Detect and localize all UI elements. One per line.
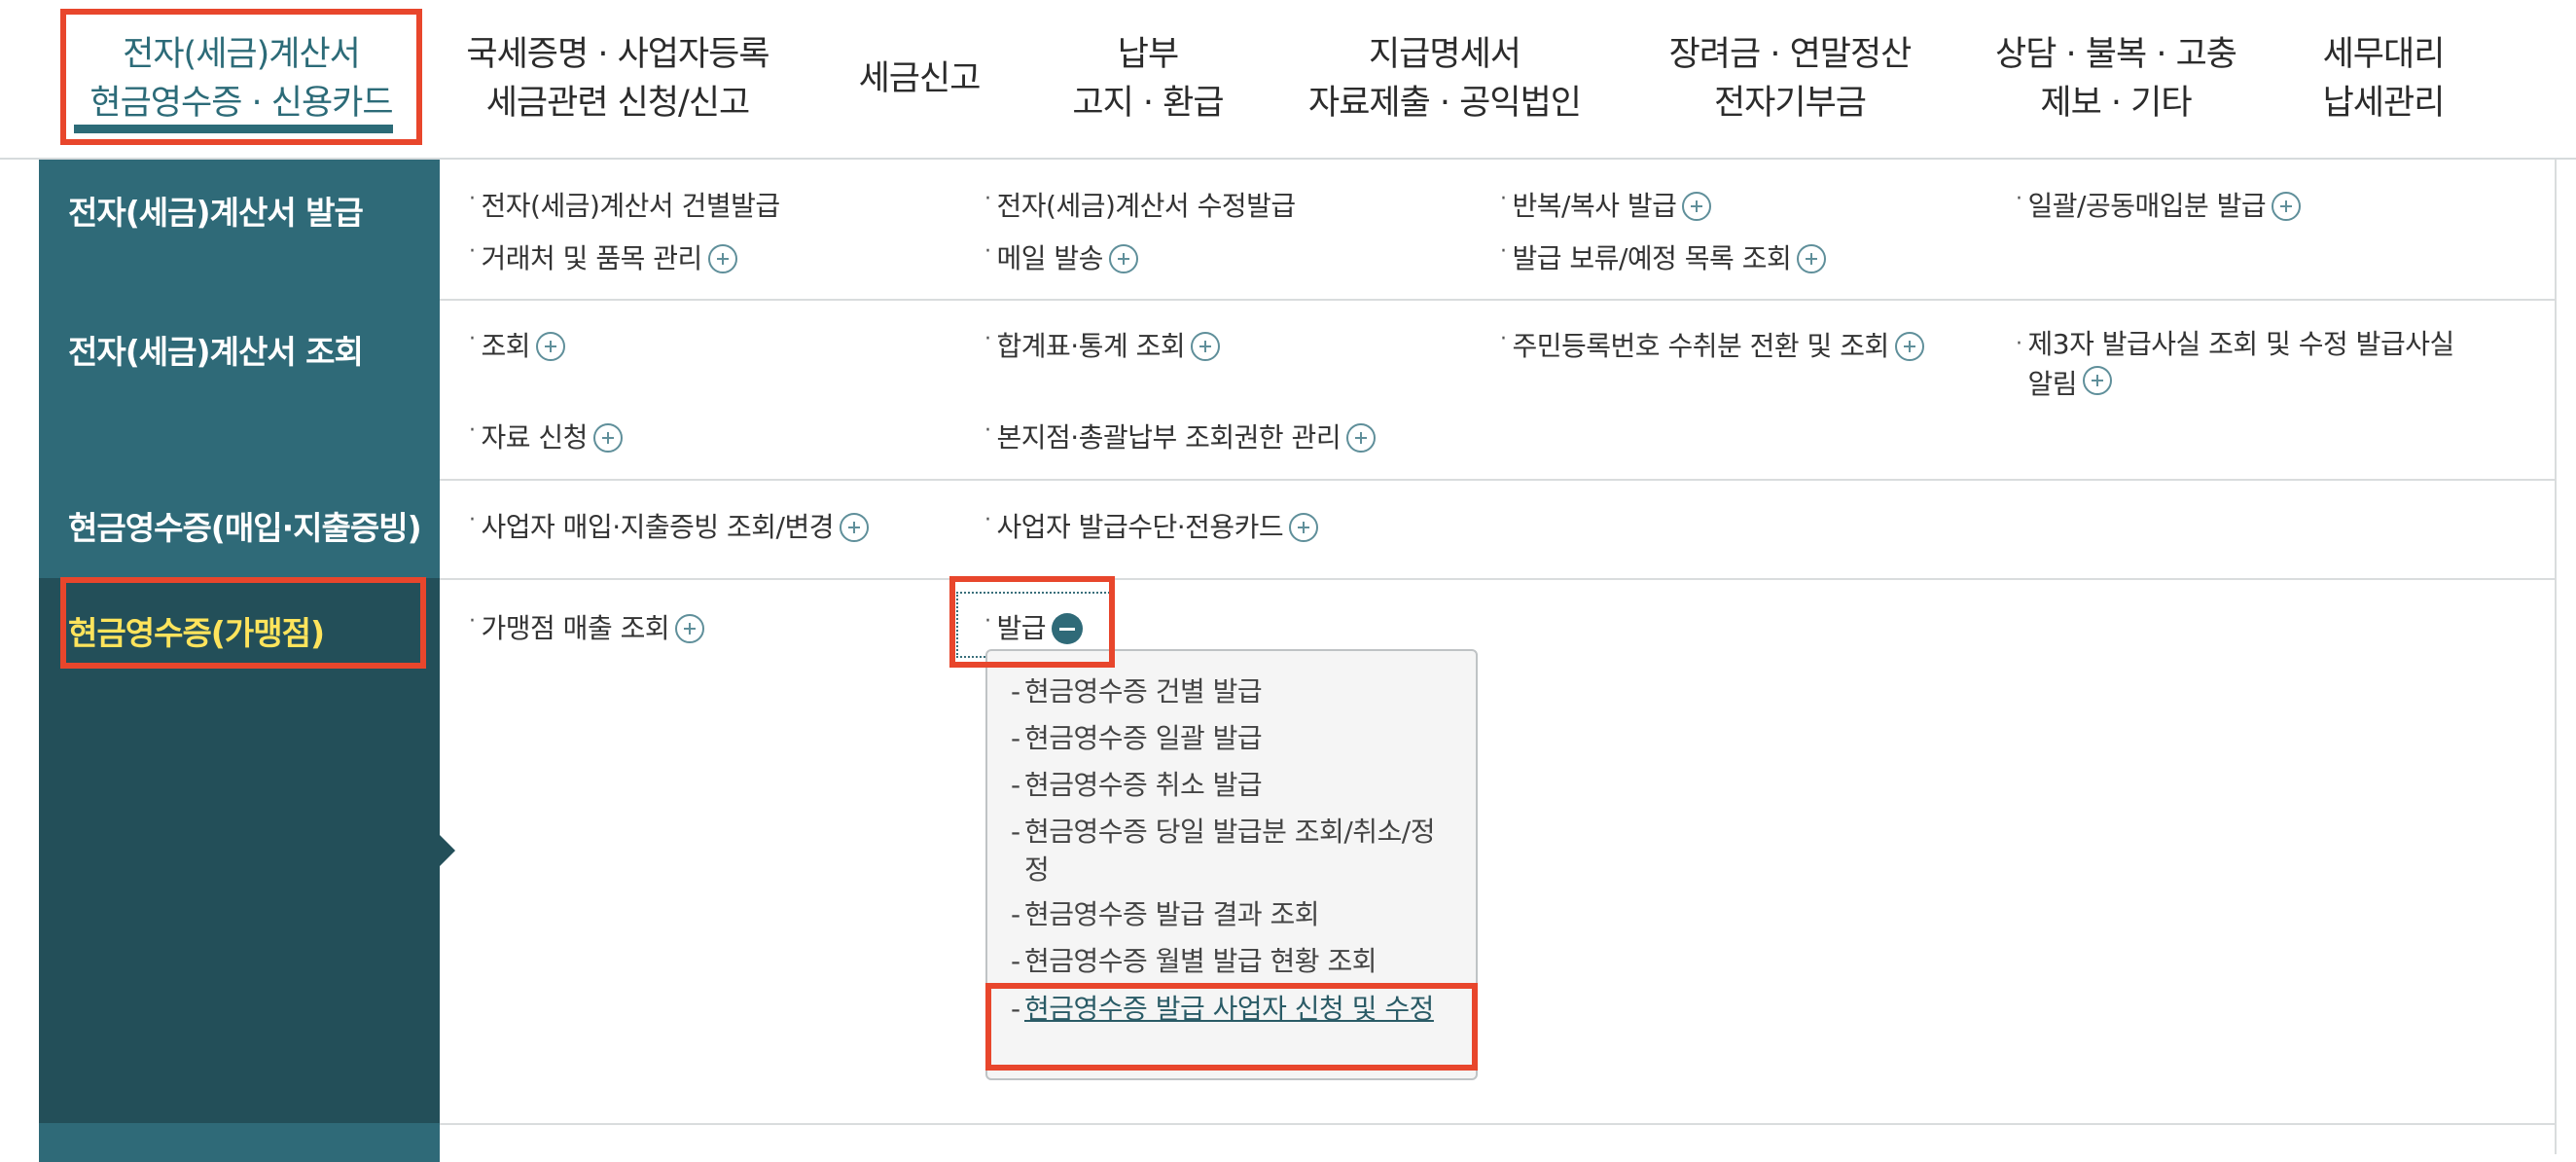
highlight-submenu-item	[985, 983, 1478, 1071]
submenu-item[interactable]: - 현금영수증 월별 발급 현황 조회	[1011, 942, 1458, 980]
nav-tab-line2: 제보 · 기타	[2040, 84, 2192, 123]
nav-highlight-box	[60, 9, 422, 145]
nav-tab-line2: 고지 · 환급	[1072, 84, 1224, 123]
row-heading: 전자(세금)계산서 발급	[39, 160, 440, 299]
nav-tab-line1: 상담 · 불복 · 고충	[1995, 35, 2237, 74]
plus-icon[interactable]	[1108, 244, 1138, 273]
nav-tab-line1: 세금신고	[858, 59, 982, 98]
link-data-request[interactable]: · 자료 신청	[469, 417, 623, 455]
link-send-mail[interactable]: · 메일 발송	[984, 237, 1138, 276]
row-links	[440, 578, 2557, 1125]
nav-tab-line2: 전자기부금	[1713, 84, 1867, 123]
link-merchant-sales[interactable]: · 가맹점 매출 조회	[469, 607, 705, 646]
nav-tab-line2: 납세관리	[2322, 84, 2446, 123]
link-issue-bulk[interactable]: · 일괄/공동매입분 발급	[2016, 185, 2302, 224]
plus-icon[interactable]	[2272, 192, 2302, 221]
nav-tab-certificate[interactable]: 국세증명 · 사업자등록 세금관련 신청/신고	[457, 18, 778, 140]
plus-icon[interactable]	[1894, 332, 1924, 361]
link-partner-items[interactable]: · 거래처 및 품목 관리	[469, 237, 737, 276]
highlight-issue-link	[949, 576, 1115, 668]
link-resident-number[interactable]: · 주민등록번호 수취분 전환 및 조회	[1500, 325, 1924, 364]
submenu-item[interactable]: - 현금영수증 당일 발급분 조회/취소/정정	[1011, 813, 1458, 889]
link-branch-permission[interactable]: · 본지점·총괄납부 조회권한 관리	[984, 417, 1377, 455]
nav-tab-line1: 지급명세서	[1368, 35, 1521, 74]
nav-tab-incentive[interactable]: 장려금 · 연말정산 전자기부금	[1654, 18, 1926, 140]
plus-icon[interactable]	[1346, 423, 1377, 453]
row-heading	[39, 1123, 440, 1162]
selected-row-arrow	[440, 835, 455, 866]
link-issuing-card[interactable]: · 사업자 발급수단·전용카드	[984, 506, 1319, 545]
plus-icon[interactable]	[592, 423, 623, 453]
plus-icon[interactable]	[1797, 244, 1827, 273]
submenu-item[interactable]: - 현금영수증 일괄 발급	[1011, 719, 1458, 757]
menu-row-next	[39, 1123, 2557, 1162]
submenu-item[interactable]: - 현금영수증 취소 발급	[1011, 766, 1458, 804]
submenu-item[interactable]: - 현금영수증 건별 발급	[1011, 672, 1458, 710]
link-third-party[interactable]: · 제3자 발급사실 조회 및 수정 발급사실 알림	[2016, 325, 2473, 404]
nav-tab-tax-return[interactable]: 세금신고	[837, 18, 1002, 140]
nav-tab-payment[interactable]: 납부 고지 · 환급	[1051, 18, 1245, 140]
nav-tab-line1: 납부	[1117, 35, 1179, 74]
nav-tab-consultation[interactable]: 상담 · 불복 · 고충 제보 · 기타	[1985, 18, 2247, 140]
nav-tab-line1: 세무대리	[2322, 35, 2446, 74]
plus-icon[interactable]	[536, 332, 566, 361]
link-summary-stats[interactable]: · 합계표·통계 조회	[984, 325, 1221, 364]
nav-tab-line1: 장려금 · 연말정산	[1668, 35, 1913, 74]
row-heading: 현금영수증(매입·지출증빙)	[39, 479, 440, 578]
plus-icon[interactable]	[2083, 366, 2113, 395]
link-issue-repeat[interactable]: · 반복/복사 발급	[1500, 185, 1712, 224]
row-heading: 전자(세금)계산서 조회	[39, 299, 440, 479]
nav-tab-tax-agent[interactable]: 세무대리 납세관리	[2296, 18, 2471, 140]
plus-icon[interactable]	[840, 513, 870, 542]
nav-tab-statement[interactable]: 지급명세서 자료제출 · 공익법인	[1294, 18, 1595, 140]
submenu-item[interactable]: - 현금영수증 발급 결과 조회	[1011, 895, 1458, 933]
plus-icon[interactable]	[707, 244, 737, 273]
menu-row-e-invoice-issue: 전자(세금)계산서 발급	[39, 160, 2557, 301]
highlight-row-heading	[60, 577, 426, 669]
nav-tab-line1: 국세증명 · 사업자등록	[466, 35, 769, 74]
plus-icon[interactable]	[1682, 192, 1712, 221]
link-lookup[interactable]: · 조회	[469, 325, 566, 364]
nav-tab-line2: 자료제출 · 공익법인	[1308, 84, 1582, 123]
plus-icon[interactable]	[1289, 513, 1319, 542]
link-issue-single[interactable]: · 전자(세금)계산서 건별발급	[469, 185, 780, 224]
nav-tab-line2: 세금관련 신청/신고	[485, 84, 751, 123]
link-purchase-evidence[interactable]: · 사업자 매입·지출증빙 조회/변경	[469, 506, 870, 545]
top-navigation: 전자(세금)계산서 현금영수증 · 신용카드 국세증명 · 사업자등록 세금관련…	[0, 0, 2576, 160]
plus-icon[interactable]	[675, 614, 705, 643]
plus-icon[interactable]	[1191, 332, 1221, 361]
link-issue-amend[interactable]: · 전자(세금)계산서 수정발급	[984, 185, 1296, 224]
link-hold-list[interactable]: · 발급 보류/예정 목록 조회	[1500, 237, 1827, 276]
row-links	[440, 160, 2557, 301]
